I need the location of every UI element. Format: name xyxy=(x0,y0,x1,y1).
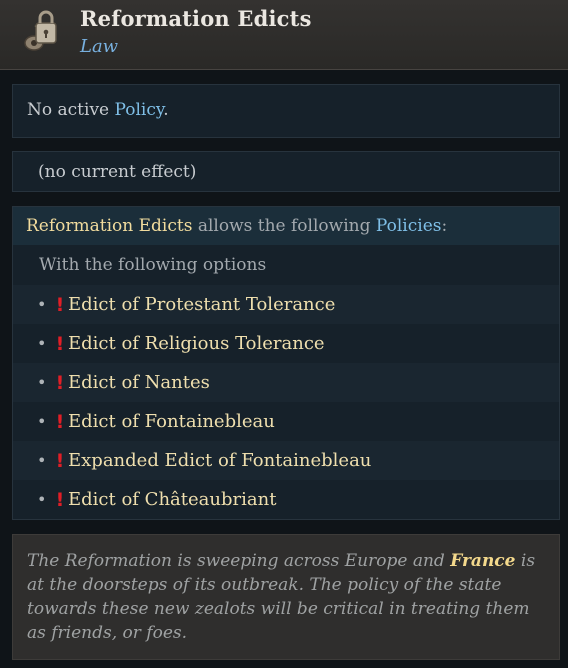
bullet-icon: • xyxy=(37,373,47,392)
tooltip-header: Reformation Edicts Law xyxy=(0,0,568,70)
page-subtitle[interactable]: Law xyxy=(80,36,118,57)
policy-status-text: No active Policy. xyxy=(27,100,169,120)
flavor-part1: The Reformation is sweeping across Europ… xyxy=(27,551,451,571)
page-title: Reformation Edicts xyxy=(80,6,312,31)
option-label: Edict of Fontainebleau xyxy=(68,411,275,432)
allowed-policies-heading: Reformation Edicts allows the following … xyxy=(13,207,559,245)
key-lock-icon xyxy=(24,10,57,51)
warning-icon: ! xyxy=(55,488,65,511)
bullet-icon: • xyxy=(37,451,47,470)
options-label: With the following options xyxy=(39,255,267,275)
list-item[interactable]: •! Edict of Religious Tolerance xyxy=(13,324,559,363)
option-label: Edict of Protestant Tolerance xyxy=(68,294,336,315)
allowed-policies-panel: Reformation Edicts allows the following … xyxy=(12,206,560,520)
country-link[interactable]: France xyxy=(450,551,515,571)
option-label: Edict of Châteaubriant xyxy=(68,489,277,510)
bullet-icon: • xyxy=(37,334,47,353)
warning-icon: ! xyxy=(55,332,65,355)
policy-status-suffix: . xyxy=(163,100,169,120)
allows-suffix: : xyxy=(441,216,448,236)
policy-status-prefix: No active xyxy=(27,100,115,120)
warning-icon: ! xyxy=(55,371,65,394)
list-item[interactable]: •! Edict of Nantes xyxy=(13,363,559,402)
effect-text: (no current effect) xyxy=(38,162,197,182)
warning-icon: ! xyxy=(55,449,65,472)
bullet-icon: • xyxy=(37,412,47,431)
policy-status-panel: No active Policy. xyxy=(12,84,560,138)
bullet-icon: • xyxy=(37,490,47,509)
list-item[interactable]: •! Edict of Châteaubriant xyxy=(13,480,559,519)
bullet-icon: • xyxy=(37,295,47,314)
effect-panel: (no current effect) xyxy=(12,151,560,192)
policies-link[interactable]: Policies xyxy=(376,216,442,236)
warning-icon: ! xyxy=(55,293,65,316)
list-item[interactable]: •! Edict of Protestant Tolerance xyxy=(13,285,559,324)
list-item[interactable]: •! Edict of Fontainebleau xyxy=(13,402,559,441)
law-name-link[interactable]: Reformation Edicts xyxy=(26,216,192,236)
warning-icon: ! xyxy=(55,410,65,433)
policy-link[interactable]: Policy xyxy=(115,100,164,120)
option-label: Expanded Edict of Fontainebleau xyxy=(68,450,372,471)
option-label: Edict of Nantes xyxy=(68,372,210,393)
allows-text: allows the following xyxy=(192,216,376,236)
list-item[interactable]: •! Expanded Edict of Fontainebleau xyxy=(13,441,559,480)
flavor-text: The Reformation is sweeping across Europ… xyxy=(12,534,560,660)
option-label: Edict of Religious Tolerance xyxy=(68,333,325,354)
